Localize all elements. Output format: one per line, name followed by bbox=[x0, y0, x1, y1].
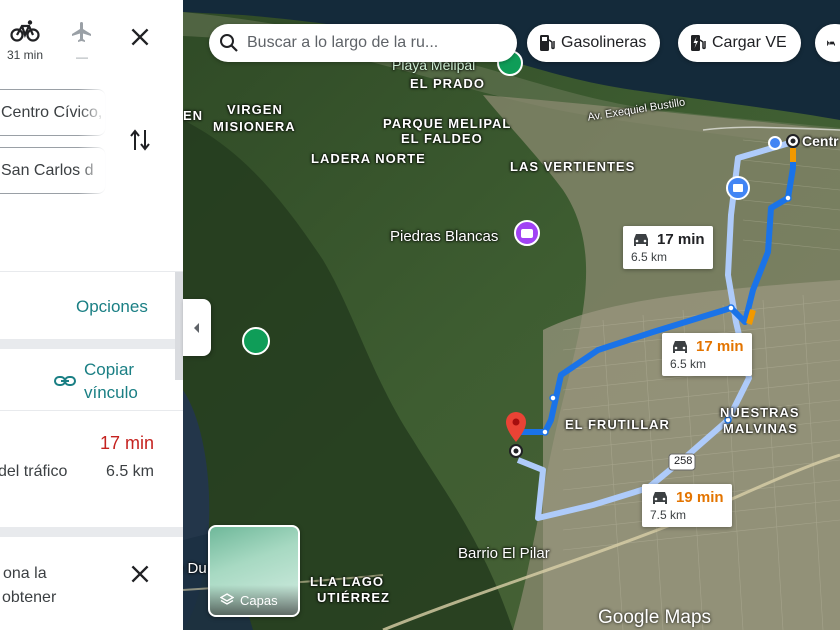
flight-duration: — bbox=[76, 50, 88, 64]
place-label: LAS VERTIENTES bbox=[510, 159, 636, 174]
route-callout[interactable]: 19 min 7.5 km bbox=[642, 484, 732, 527]
place-label: e Du bbox=[183, 560, 207, 577]
chevron-left-icon bbox=[194, 322, 199, 333]
copy-link-line2: vínculo bbox=[84, 383, 138, 402]
place-label: EL PRADO bbox=[410, 76, 485, 91]
search-input[interactable] bbox=[247, 34, 487, 52]
place-label: VIRGEN bbox=[227, 102, 283, 117]
bike-duration: 31 min bbox=[6, 48, 44, 62]
callout-distance: 7.5 km bbox=[650, 508, 687, 522]
options-button[interactable]: Opciones bbox=[76, 297, 148, 317]
route-distance: 6.5 km bbox=[105, 463, 154, 480]
poi-label[interactable]: Piedras Blancas bbox=[390, 228, 498, 245]
divider bbox=[0, 339, 183, 349]
layers-icon bbox=[220, 593, 234, 605]
layers-button[interactable]: Capas bbox=[208, 525, 300, 617]
bicycle-icon bbox=[10, 20, 40, 42]
mode-flight[interactable]: — bbox=[62, 20, 102, 64]
copy-link-label: Copiar vínculo bbox=[84, 358, 138, 404]
car-icon bbox=[634, 233, 648, 246]
swap-arrows-icon[interactable] bbox=[128, 126, 152, 154]
car-icon bbox=[673, 340, 687, 353]
google-maps-logo: Google Maps bbox=[598, 607, 712, 628]
place-label: MALVINAS bbox=[723, 421, 798, 436]
car-icon bbox=[653, 491, 667, 504]
route-shield: 258 bbox=[674, 455, 693, 467]
place-label: EN bbox=[183, 108, 204, 123]
callout-distance: 6.5 km bbox=[631, 250, 668, 264]
callout-distance: 6.5 km bbox=[670, 357, 707, 371]
route-time: 17 min bbox=[99, 433, 154, 453]
chip-label: Cargar VE bbox=[712, 34, 787, 51]
place-label: EL FALDEO bbox=[401, 131, 483, 146]
place-label: UTIÉRREZ bbox=[317, 590, 390, 605]
place-label: NUESTRAS bbox=[720, 405, 800, 420]
place-label: LLA LAGO bbox=[310, 574, 384, 589]
close-icon[interactable] bbox=[127, 561, 153, 587]
mode-bike[interactable]: 31 min bbox=[5, 20, 45, 62]
place-label: MISIONERA bbox=[213, 119, 296, 134]
callout-time: 19 min bbox=[676, 489, 724, 506]
place-label: EL FRUTILLAR bbox=[565, 417, 670, 432]
chip-gas-stations[interactable]: Gasolineras bbox=[527, 24, 661, 62]
copy-link-line1: Copiar bbox=[84, 360, 135, 379]
notice-text-line2: obtener bbox=[2, 589, 57, 606]
route-traffic-note: del tráfico bbox=[0, 463, 68, 480]
collapse-panel-button[interactable] bbox=[183, 299, 211, 356]
place-label: PARQUE MELIPAL bbox=[383, 116, 512, 131]
callout-time: 17 min bbox=[696, 338, 744, 355]
chip-label: Gasolineras bbox=[561, 34, 647, 51]
poi-label[interactable]: Barrio El Pilar bbox=[458, 545, 550, 562]
panel-scrollbar[interactable] bbox=[175, 272, 183, 380]
directions-panel: 31 min — Centro Cívico, R San Carlos d O… bbox=[0, 0, 183, 630]
divider bbox=[0, 410, 183, 411]
copy-link-button[interactable]: Copiar vínculo bbox=[54, 358, 138, 404]
route-callout[interactable]: 17 min 6.5 km bbox=[623, 226, 713, 269]
divider bbox=[0, 527, 183, 537]
destination-input[interactable]: San Carlos d bbox=[0, 147, 106, 194]
route-callout-selected[interactable]: 17 min 6.5 km bbox=[662, 333, 752, 376]
route-search-bar[interactable] bbox=[209, 24, 517, 62]
airplane-icon bbox=[72, 22, 91, 42]
close-icon[interactable] bbox=[127, 24, 153, 50]
link-icon bbox=[54, 376, 76, 386]
notice-text-line1: ona la bbox=[3, 565, 47, 582]
layers-label: Capas bbox=[240, 592, 278, 608]
callout-time: 17 min bbox=[657, 231, 705, 248]
gas-station-icon bbox=[540, 35, 555, 51]
place-label: LADERA NORTE bbox=[311, 151, 426, 166]
search-icon bbox=[220, 34, 238, 52]
bed-icon bbox=[827, 40, 835, 46]
origin-input[interactable]: Centro Cívico, R bbox=[0, 89, 106, 136]
chip-ev-charging[interactable]: Cargar VE bbox=[678, 24, 801, 62]
ev-charging-icon bbox=[691, 35, 706, 51]
poi-label[interactable]: Centr bbox=[802, 133, 839, 149]
divider bbox=[0, 271, 183, 272]
